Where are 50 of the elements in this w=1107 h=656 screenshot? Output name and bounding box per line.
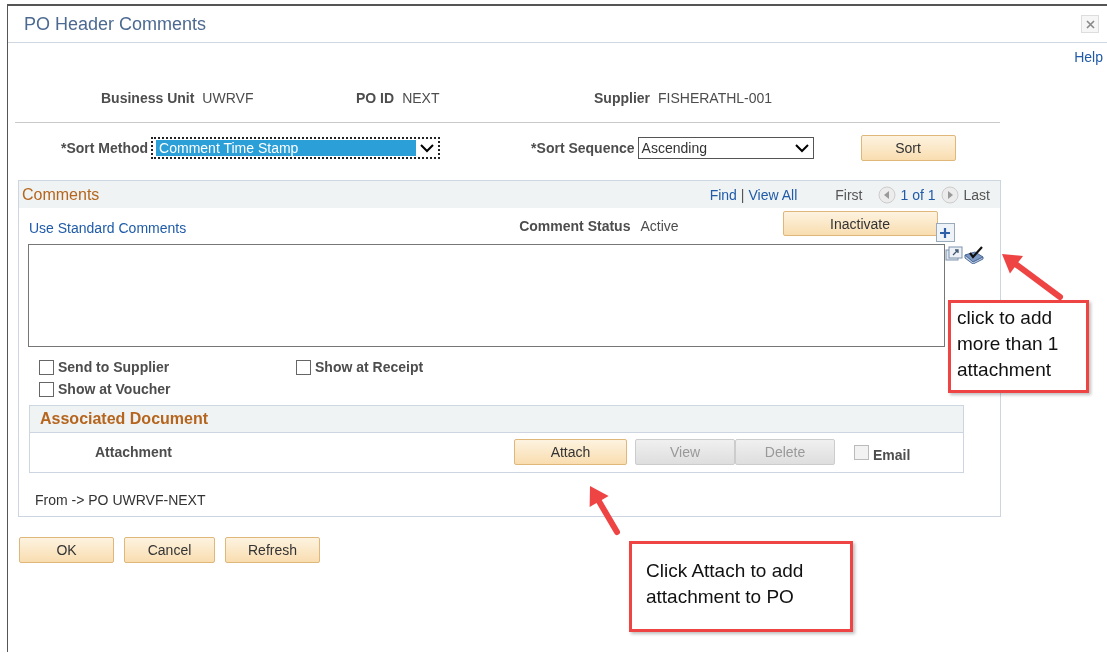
- callout-note: click to add more than 1 attachment: [948, 300, 1089, 393]
- checkbox-label: Show at Receipt: [315, 359, 424, 375]
- chevron-icon: [420, 143, 435, 153]
- separator: |: [740, 186, 745, 203]
- panel-title: Comments: [22, 185, 100, 204]
- callout-note: Click Attach to add attachment to PO: [629, 541, 853, 632]
- checkbox[interactable]: [296, 359, 311, 375]
- window-title: PO Header Comments: [24, 13, 207, 35]
- field-label: *Sort Sequence: [531, 140, 635, 156]
- find-link[interactable]: Find: [709, 186, 737, 203]
- close-button[interactable]: [1081, 15, 1099, 33]
- field-label: Supplier: [594, 90, 650, 108]
- comment-field[interactable]: [28, 244, 945, 347]
- checkbox-label: Show at Voucher: [58, 381, 171, 397]
- page-count: 1 of 1: [900, 186, 936, 203]
- first-label: First: [835, 186, 863, 203]
- checkbox-label: Send to Supplier: [58, 359, 170, 375]
- document-button[interactable]: Attach: [514, 439, 627, 465]
- field-value: FISHERATHL-001: [658, 90, 773, 108]
- dialog-button[interactable]: OK: [19, 537, 114, 563]
- field-label: Business Unit: [101, 90, 195, 108]
- field-label: PO ID: [356, 90, 395, 108]
- expand-icon[interactable]: [945, 246, 963, 262]
- spell-check-icon[interactable]: [963, 246, 985, 264]
- chevron-icon: [794, 143, 809, 153]
- view-all-link[interactable]: View All: [748, 186, 798, 203]
- checkbox[interactable]: [39, 359, 54, 375]
- dialog-button[interactable]: Refresh: [225, 537, 320, 563]
- checkbox-label: Email: [873, 447, 911, 463]
- field-label: Comment Status: [519, 218, 631, 234]
- inactivate-button[interactable]: Inactivate: [782, 211, 938, 236]
- dropdown[interactable]: Ascending: [637, 137, 814, 159]
- field-value: NEXT: [402, 90, 440, 108]
- add-row-button[interactable]: [935, 223, 955, 242]
- plus-icon: [939, 226, 952, 239]
- arrow: [1002, 254, 1063, 300]
- arrow: [589, 486, 620, 535]
- field-label: Attachment: [95, 444, 173, 460]
- field-value: UWRVF: [202, 90, 254, 108]
- standard-comments-link[interactable]: Use Standard Comments: [29, 220, 187, 236]
- field-label: *Sort Method: [61, 140, 149, 156]
- field-value: Active: [640, 218, 679, 234]
- source-text: From -> PO UWRVF-NEXT: [34, 491, 207, 508]
- last-label: Last: [963, 186, 990, 203]
- dialog-button[interactable]: Cancel: [124, 537, 215, 563]
- panel-title: Associated Document: [40, 410, 209, 428]
- close-icon: [1085, 19, 1095, 29]
- help-link[interactable]: Help: [1074, 49, 1103, 67]
- checkbox[interactable]: [39, 381, 54, 397]
- sort-button[interactable]: Sort: [860, 135, 956, 161]
